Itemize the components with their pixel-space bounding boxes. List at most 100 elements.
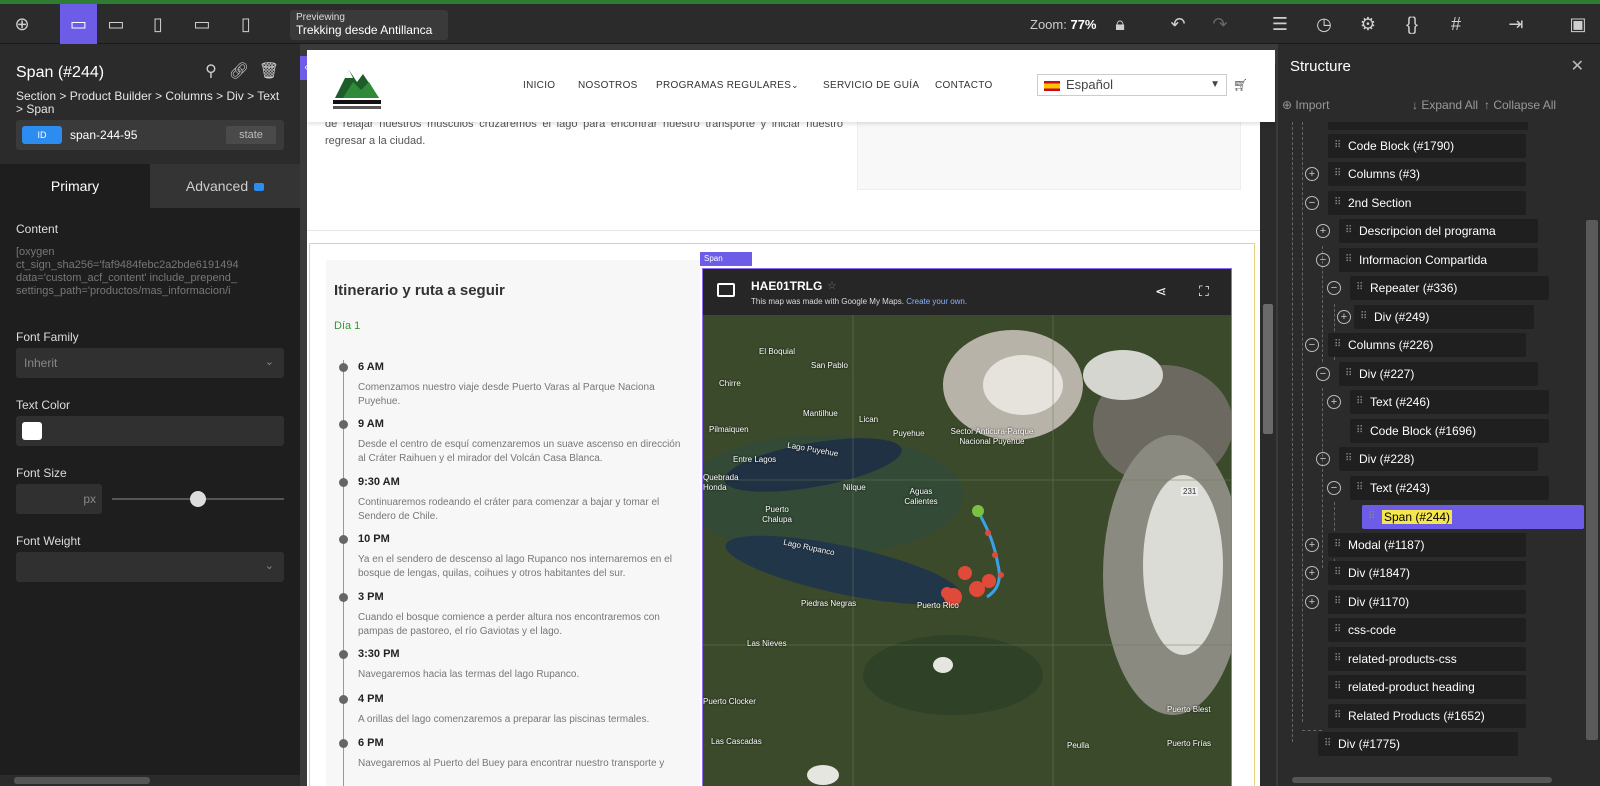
- tree-node[interactable]: ⠿ Code Block (#1696): [1350, 419, 1549, 443]
- add-element-icon[interactable]: ⊕: [6, 4, 38, 44]
- tree-node[interactable]: ⠿ Div (#228): [1339, 447, 1538, 471]
- tree-node[interactable]: ⠿ 2nd Section: [1328, 191, 1526, 215]
- drag-handle-icon[interactable]: ⠿: [1324, 732, 1331, 756]
- drag-handle-icon[interactable]: ⠿: [1334, 333, 1341, 357]
- tree-node[interactable]: ⠿ Informacion Compartida: [1339, 248, 1538, 272]
- structure-scrollbar[interactable]: [1584, 124, 1600, 770]
- font-size-input[interactable]: px: [16, 484, 102, 514]
- text-color-field[interactable]: [16, 416, 284, 446]
- fullscreen-icon[interactable]: ⛶: [1199, 283, 1209, 300]
- collapse-icon[interactable]: −: [1305, 196, 1319, 210]
- nav-servicio-de-guia[interactable]: SERVICIO DE GUÍA: [823, 80, 919, 91]
- undo-icon[interactable]: ↶: [1162, 4, 1194, 44]
- link-icon[interactable]: 🔗︎: [228, 60, 250, 82]
- device-tablet-landscape-icon[interactable]: ▭: [186, 4, 218, 44]
- satellite-map-image[interactable]: [703, 315, 1232, 786]
- lock-icon[interactable]: 🔒︎: [1104, 4, 1136, 44]
- device-tablet-icon[interactable]: ▯: [142, 4, 174, 44]
- device-phone-icon[interactable]: ▯: [230, 4, 262, 44]
- tree-node[interactable]: ⠿ Columns (#3): [1328, 162, 1526, 186]
- share-icon[interactable]: ⋖: [1155, 283, 1167, 300]
- tree-node[interactable]: ⠿ Columns (#226): [1328, 333, 1526, 357]
- site-logo[interactable]: [329, 60, 385, 114]
- id-field[interactable]: ID span-244-95 state: [16, 120, 284, 150]
- expand-icon[interactable]: +: [1327, 395, 1341, 409]
- font-weight-select[interactable]: ⌄: [16, 552, 284, 582]
- drag-handle-icon[interactable]: ⠿: [1334, 134, 1341, 158]
- drag-handle-icon[interactable]: ⠿: [1345, 219, 1352, 243]
- embedded-map[interactable]: HAE01TRLG ☆ This map was made with Googl…: [702, 268, 1232, 786]
- tree-node-partial[interactable]: [1328, 122, 1528, 130]
- drag-handle-icon[interactable]: ⠿: [1356, 390, 1363, 414]
- breadcrumb[interactable]: Section > Product Builder > Columns > Di…: [16, 90, 286, 116]
- tree-node[interactable]: ⠿ Related Products (#1652): [1328, 704, 1526, 728]
- device-desktop-icon[interactable]: ▭: [60, 4, 97, 44]
- save-icon[interactable]: ▣: [1562, 4, 1594, 44]
- tree-node[interactable]: ⠿ Text (#246): [1350, 390, 1549, 414]
- star-icon[interactable]: ☆: [827, 279, 837, 292]
- expand-icon[interactable]: +: [1305, 167, 1319, 181]
- collapse-icon[interactable]: −: [1327, 281, 1341, 295]
- cart-icon[interactable]: 🛒︎: [1233, 78, 1248, 92]
- tab-primary[interactable]: Primary: [0, 164, 150, 208]
- selected-element-tag[interactable]: Span: [700, 252, 752, 266]
- create-map-link[interactable]: Create your own.: [906, 297, 967, 306]
- tree-node[interactable]: ⠿ Repeater (#336): [1350, 276, 1549, 300]
- structure-icon[interactable]: ☰: [1264, 4, 1296, 44]
- structure-horizontal-scrollbar[interactable]: [1278, 774, 1584, 786]
- state-button[interactable]: state: [226, 126, 276, 144]
- redo-icon[interactable]: ↷: [1204, 4, 1236, 44]
- drag-handle-icon[interactable]: ⠿: [1334, 162, 1341, 186]
- nav-inicio[interactable]: INICIO: [523, 80, 555, 91]
- drag-handle-icon[interactable]: ⠿: [1334, 590, 1341, 614]
- drag-handle-icon[interactable]: ⠿: [1334, 561, 1341, 585]
- content-field[interactable]: [oxygen ct_sign_sha256='faf9484febc2a2bd…: [16, 246, 284, 298]
- drag-handle-icon[interactable]: ⠿: [1356, 276, 1363, 300]
- drag-handle-icon[interactable]: ⠿: [1360, 305, 1367, 329]
- collapse-icon[interactable]: −: [1305, 338, 1319, 352]
- tree-node[interactable]: ⠿ related-product heading: [1328, 675, 1526, 699]
- trash-icon[interactable]: 🗑︎: [258, 60, 280, 82]
- expand-icon[interactable]: +: [1305, 566, 1319, 580]
- grid-hash-icon[interactable]: #: [1440, 4, 1472, 44]
- preview-selector[interactable]: Previewing Trekking desde Antillanca: [290, 10, 448, 40]
- drag-handle-icon[interactable]: ⠿: [1345, 362, 1352, 386]
- tree-node[interactable]: ⠿ Modal (#1187): [1328, 533, 1526, 557]
- tab-advanced[interactable]: Advanced: [150, 164, 300, 208]
- tree-node[interactable]: ⠿ Div (#1170): [1328, 590, 1526, 614]
- tree-node-selected[interactable]: ⠿ Span (#244): [1362, 505, 1584, 529]
- drag-handle-icon[interactable]: ⠿: [1334, 647, 1341, 671]
- tree-node[interactable]: ⠿ Div (#1847): [1328, 561, 1526, 585]
- history-icon[interactable]: ◷: [1308, 4, 1340, 44]
- nav-nosotros[interactable]: NOSOTROS: [578, 80, 638, 91]
- sitemap-icon[interactable]: ⚲: [200, 60, 222, 82]
- exit-icon[interactable]: ⇥: [1500, 4, 1532, 44]
- expand-icon[interactable]: +: [1337, 310, 1351, 324]
- tree-node[interactable]: ⠿ css-code: [1328, 618, 1526, 642]
- code-braces-icon[interactable]: {}: [1396, 4, 1428, 44]
- device-laptop-icon[interactable]: ▭: [100, 4, 132, 44]
- collapse-icon[interactable]: −: [1327, 481, 1341, 495]
- import-button[interactable]: ⊕ Import: [1282, 98, 1329, 112]
- tree-node[interactable]: ⠿ Code Block (#1790): [1328, 134, 1526, 158]
- drag-handle-icon[interactable]: ⠿: [1345, 248, 1352, 272]
- expand-all-button[interactable]: ↓ Expand All: [1412, 98, 1478, 112]
- expand-icon[interactable]: +: [1316, 224, 1330, 238]
- drag-handle-icon[interactable]: ⠿: [1345, 447, 1352, 471]
- settings-gear-icon[interactable]: ⚙: [1352, 4, 1384, 44]
- drag-handle-icon[interactable]: ⠿: [1368, 505, 1375, 529]
- tree-node[interactable]: ⠿ Div (#249): [1354, 305, 1534, 329]
- tree-node[interactable]: ⠿ Div (#1775): [1318, 732, 1518, 756]
- collapse-icon[interactable]: −: [1316, 452, 1330, 466]
- collapse-icon[interactable]: −: [1316, 253, 1330, 267]
- chevron-down-icon[interactable]: ⌄: [791, 80, 799, 91]
- drag-handle-icon[interactable]: ⠿: [1334, 191, 1341, 215]
- collapse-all-button[interactable]: ↑ Collapse All: [1484, 98, 1556, 112]
- close-icon[interactable]: ✕: [1571, 56, 1584, 76]
- font-family-select[interactable]: Inherit ⌄: [16, 348, 284, 378]
- drag-handle-icon[interactable]: ⠿: [1334, 533, 1341, 557]
- drag-handle-icon[interactable]: ⠿: [1356, 419, 1363, 443]
- nav-programas-regulares[interactable]: PROGRAMAS REGULARES: [656, 80, 791, 91]
- tree-node[interactable]: ⠿ Text (#243): [1350, 476, 1549, 500]
- drag-handle-icon[interactable]: ⠿: [1334, 618, 1341, 642]
